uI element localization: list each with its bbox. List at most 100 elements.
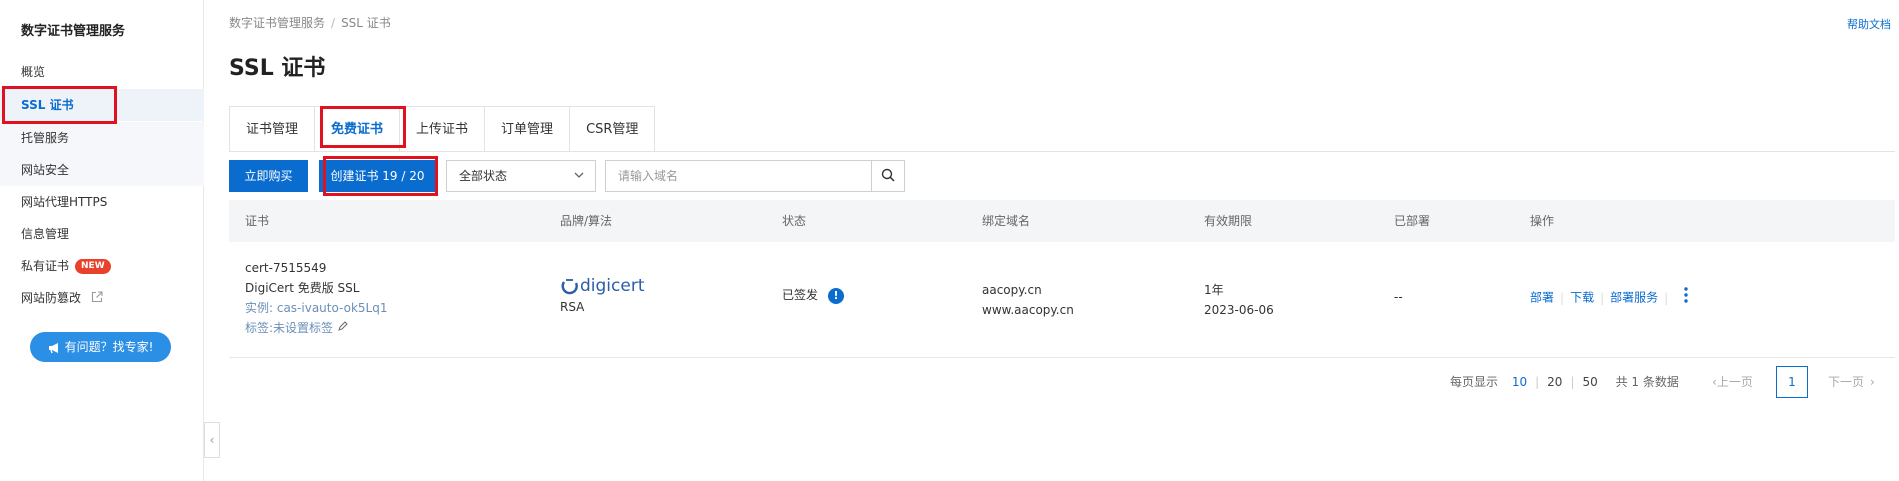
pager-current-wrap: 1 <box>1776 366 1808 398</box>
breadcrumb-root[interactable]: 数字证书管理服务 <box>229 16 325 30</box>
ask-expert-button[interactable]: 有问题？找专家! <box>30 332 171 362</box>
cert-instance-link[interactable]: 实例: cas-ivauto-ok5Lq1 <box>245 298 387 318</box>
tab-cert-management[interactable]: 证书管理 <box>229 106 315 152</box>
sidebar-item-label: 私有证书 <box>21 259 70 273</box>
cert-id: cert-7515549 <box>245 261 327 275</box>
action-divider: | <box>1600 290 1605 305</box>
tab-csr-management[interactable]: CSR管理 <box>569 106 656 152</box>
page-title: SSL 证书 <box>229 56 326 81</box>
deploy-link[interactable]: 部署 <box>1530 291 1554 305</box>
sidebar-collapse-toggle[interactable]: ‹ <box>204 422 220 458</box>
new-badge: NEW <box>75 259 111 274</box>
external-link-icon <box>91 283 103 315</box>
sidebar-item-label: 托管服务 <box>21 131 70 145</box>
validity-period: 1年 <box>1204 283 1224 297</box>
sidebar-title: 数字证书管理服务 <box>21 24 126 39</box>
sidebar-item-overview[interactable]: 概览 <box>0 56 204 88</box>
per-page-label: 每页显示 <box>1450 375 1499 389</box>
algorithm: RSA <box>560 300 585 314</box>
tab-order-management[interactable]: 订单管理 <box>484 106 570 152</box>
col-header-domain: 绑定域名 <box>982 214 1031 228</box>
status-cell: 已签发! <box>782 285 845 305</box>
col-header-validity: 有效期限 <box>1204 214 1253 228</box>
download-link[interactable]: 下载 <box>1570 291 1594 305</box>
expiry-date: 2023-06-06 <box>1204 303 1274 317</box>
action-divider: | <box>1664 290 1669 305</box>
next-page-button[interactable]: 下一页 › <box>1828 366 1875 398</box>
search-button[interactable] <box>871 161 904 191</box>
status-filter-select[interactable]: 全部状态 <box>446 160 596 192</box>
cert-cell: cert-7515549 DigiCert 免费版 SSL 实例: cas-iv… <box>245 258 387 338</box>
next-page-label: 下一页 <box>1828 375 1865 389</box>
chevron-right-icon: › <box>1870 375 1875 389</box>
table-row: cert-7515549 DigiCert 免费版 SSL 实例: cas-iv… <box>229 242 1895 358</box>
tabs-divider <box>229 151 1895 152</box>
domain-cell: aacopy.cn www.aacopy.cn <box>982 280 1074 320</box>
cert-name: DigiCert 免费版 SSL <box>245 281 360 295</box>
domain-primary: aacopy.cn <box>982 283 1042 297</box>
megaphone-icon <box>48 340 65 354</box>
sidebar-item-label: 网站安全 <box>21 163 70 177</box>
domain-secondary: www.aacopy.cn <box>982 303 1074 317</box>
create-cert-button[interactable]: 创建证书 19 / 20 <box>319 160 436 192</box>
deployed-cell: -- <box>1394 290 1403 304</box>
page-size-10[interactable]: 10 <box>1512 375 1527 389</box>
sidebar-item-label: 网站防篡改 <box>21 291 82 305</box>
brand-name: digicert <box>580 276 645 296</box>
tab-upload-cert[interactable]: 上传证书 <box>399 106 485 152</box>
col-header-status: 状态 <box>782 214 807 228</box>
actions-cell: 部署 | 下载 | 部署服务 | <box>1530 287 1688 309</box>
domain-search <box>605 160 905 192</box>
search-icon <box>881 168 895 185</box>
page-size-50[interactable]: 50 <box>1583 375 1598 389</box>
sidebar-item-label: 概览 <box>21 65 46 79</box>
sidebar-item-label: 网站代理HTTPS <box>21 195 108 209</box>
breadcrumb-separator: / <box>331 16 336 30</box>
buy-now-button[interactable]: 立即购买 <box>229 160 308 192</box>
sidebar-item-label: SSL 证书 <box>21 98 74 112</box>
more-vertical-icon[interactable] <box>1684 287 1688 309</box>
digicert-mark-icon <box>561 278 578 294</box>
sidebar: 数字证书管理服务 概览 SSL 证书 托管服务 网站安全 网站代理HTTPS 信… <box>0 0 204 481</box>
prev-page-button[interactable]: ‹上一页 <box>1712 366 1753 398</box>
prev-page-label: 上一页 <box>1716 375 1753 389</box>
brand-cell: digicert RSA <box>560 276 645 317</box>
chevron-down-icon <box>573 161 585 202</box>
sidebar-item-ssl[interactable]: SSL 证书 <box>0 89 204 121</box>
sidebar-item-hosting[interactable]: 托管服务 <box>0 122 204 154</box>
breadcrumb-current: SSL 证书 <box>341 16 391 30</box>
breadcrumb: 数字证书管理服务 / SSL 证书 <box>229 14 391 31</box>
sidebar-item-label: 信息管理 <box>21 227 70 241</box>
tab-free-cert[interactable]: 免费证书 <box>314 106 400 152</box>
cert-tags-label: 标签:未设置标签 <box>245 321 334 335</box>
ask-expert-label: 有问题？找专家! <box>64 340 154 354</box>
sidebar-item-proxy-https[interactable]: 网站代理HTTPS <box>0 186 204 218</box>
cert-tags: 标签:未设置标签 <box>245 318 387 338</box>
sidebar-item-tamper-protection[interactable]: 网站防篡改 <box>0 282 204 314</box>
total-count: 共 1 条数据 <box>1615 375 1679 389</box>
sidebar-item-private-cert[interactable]: 私有证书 NEW <box>0 250 204 282</box>
col-header-deployed: 已部署 <box>1394 214 1431 228</box>
col-header-actions: 操作 <box>1530 214 1555 228</box>
sidebar-item-info-management[interactable]: 信息管理 <box>0 218 204 250</box>
status-text: 已签发 <box>782 288 819 302</box>
info-icon[interactable]: ! <box>828 287 845 304</box>
col-header-brand: 品牌/算法 <box>560 214 613 228</box>
pagination: 每页显示 10 | 20 | 50 共 1 条数据 <box>1450 366 1679 398</box>
digicert-logo: digicert <box>560 276 645 297</box>
status-filter-value: 全部状态 <box>459 169 508 183</box>
edit-pencil-icon[interactable] <box>337 321 348 335</box>
page-size-20[interactable]: 20 <box>1547 375 1562 389</box>
pager-divider: | <box>1535 375 1540 389</box>
deploy-service-link[interactable]: 部署服务 <box>1610 291 1658 305</box>
help-doc-link[interactable]: 帮助文档 <box>1847 16 1891 32</box>
tab-bar: 证书管理 免费证书 上传证书 订单管理 CSR管理 <box>229 106 656 152</box>
pager-divider: | <box>1570 375 1575 389</box>
domain-search-input[interactable] <box>606 161 872 191</box>
page-number-current[interactable]: 1 <box>1776 366 1808 398</box>
validity-cell: 1年 2023-06-06 <box>1204 280 1274 320</box>
action-divider: | <box>1560 290 1565 305</box>
sidebar-item-website-security[interactable]: 网站安全 <box>0 154 204 186</box>
app-root: 数字证书管理服务 概览 SSL 证书 托管服务 网站安全 网站代理HTTPS 信… <box>0 0 1899 481</box>
table-header: 证书 品牌/算法 状态 绑定域名 有效期限 已部署 操作 <box>229 200 1895 242</box>
